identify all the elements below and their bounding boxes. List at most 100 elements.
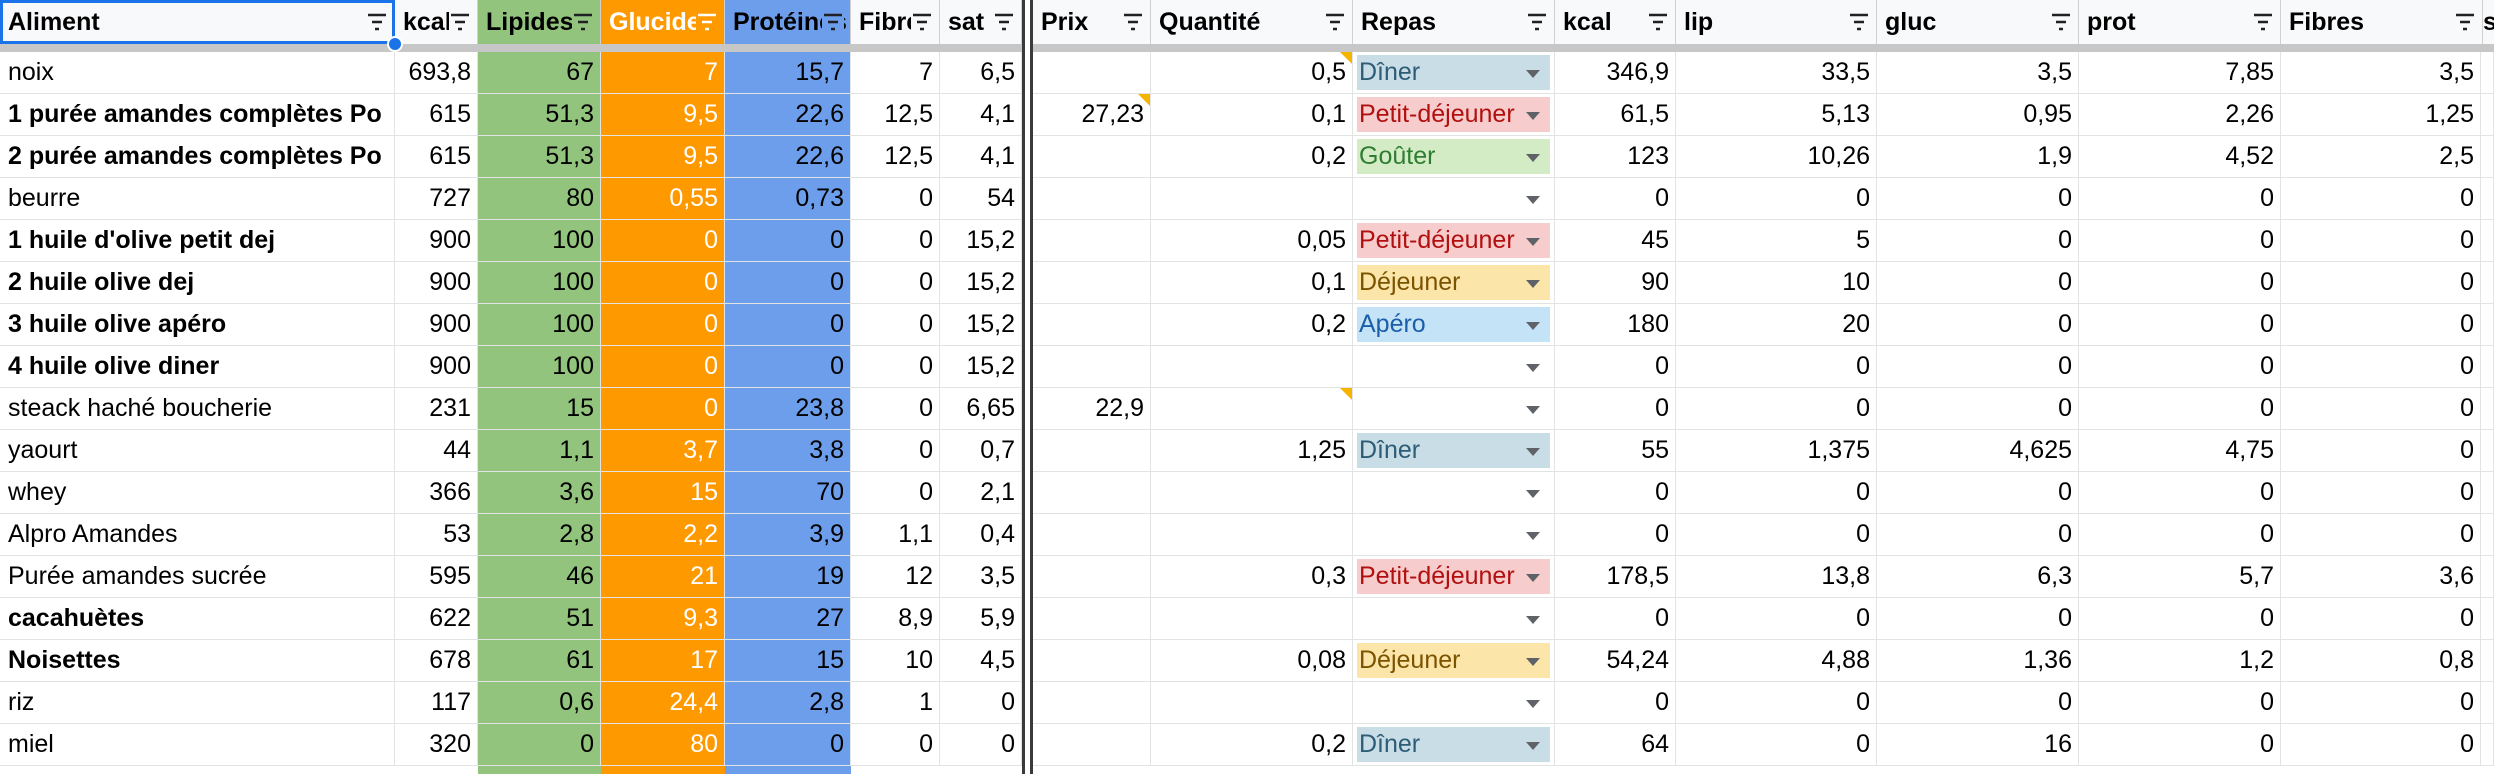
cell-glucides[interactable]: 0	[601, 388, 725, 430]
cell-proteines[interactable]: 22,6	[725, 136, 851, 178]
cell-glucides[interactable]: 0	[601, 304, 725, 346]
cell-total-kcal[interactable]: 123	[1555, 136, 1676, 178]
cell-prix[interactable]	[1033, 724, 1151, 766]
cell-prix[interactable]	[1033, 556, 1151, 598]
cell-total-fibres[interactable]: 0	[2281, 724, 2481, 766]
cell-kcal[interactable]: 900	[395, 346, 478, 388]
cell-glucides[interactable]: 0	[601, 262, 725, 304]
cell-lipides[interactable]: 0,6	[478, 682, 601, 724]
cell-total-lip[interactable]: 5,13	[1676, 94, 1877, 136]
cell-sat[interactable]: 3,5	[940, 556, 1022, 598]
cell-prix[interactable]	[1033, 262, 1151, 304]
cell-sat[interactable]: 4,1	[940, 94, 1022, 136]
cell-total-fibres[interactable]: 3,6	[2281, 556, 2481, 598]
repas-dropdown-chip[interactable]: Déjeuner	[1357, 265, 1550, 300]
cell-quantite[interactable]: 1,25	[1151, 430, 1353, 472]
cell-fibres[interactable]: 12,5	[851, 94, 940, 136]
dropdown-arrow-icon[interactable]	[1526, 574, 1540, 582]
cell-quantite[interactable]	[1151, 514, 1353, 556]
header-prix[interactable]: Prix	[1033, 0, 1151, 44]
repas-dropdown-chip[interactable]: Petit-déjeuner	[1357, 97, 1550, 132]
cell-fibres[interactable]: 12,5	[851, 136, 940, 178]
cell-quantite[interactable]: 0,05	[1151, 220, 1353, 262]
cell-total-lip[interactable]: 0	[1676, 724, 1877, 766]
cell-fibres[interactable]: 8,9	[851, 598, 940, 640]
cell-sat[interactable]: 0,4	[940, 514, 1022, 556]
filter-icon[interactable]	[1848, 12, 1870, 32]
cell-total-gluc[interactable]: 0	[1877, 304, 2079, 346]
cell-total-kcal[interactable]: 55	[1555, 430, 1676, 472]
cell-repas[interactable]	[1353, 682, 1555, 724]
cell-total-lip[interactable]: 10,26	[1676, 136, 1877, 178]
cell-proteines[interactable]: 15	[725, 640, 851, 682]
cell-quantite[interactable]	[1151, 388, 1353, 430]
cell-total-lip[interactable]: 0	[1676, 514, 1877, 556]
cell-total-lip[interactable]: 0	[1676, 346, 1877, 388]
cell-kcal[interactable]: 615	[395, 94, 478, 136]
cell-lipides[interactable]: 100	[478, 262, 601, 304]
repas-dropdown-chip[interactable]: Dîner	[1357, 55, 1550, 90]
header-lipides[interactable]: Lipides	[478, 0, 601, 44]
cell-lipides[interactable]: 15	[478, 388, 601, 430]
cell-aliment[interactable]: steack haché boucherie	[0, 388, 395, 430]
cell-total-sat[interactable]	[2481, 346, 2494, 388]
cell-total-gluc[interactable]: 1,9	[1877, 136, 2079, 178]
cell-total-kcal[interactable]: 0	[1555, 472, 1676, 514]
cell-total-fibres[interactable]: 0	[2281, 346, 2481, 388]
cell-total-fibres[interactable]: 3,5	[2281, 52, 2481, 94]
dropdown-arrow-icon[interactable]	[1526, 238, 1540, 246]
cell-total-kcal[interactable]: 0	[1555, 346, 1676, 388]
cell-repas[interactable]: Déjeuner	[1353, 640, 1555, 682]
cell-total-kcal[interactable]: 0	[1555, 514, 1676, 556]
cell-proteines[interactable]: 19	[725, 556, 851, 598]
cell-total-fibres[interactable]: 0	[2281, 514, 2481, 556]
cell-total-fibres[interactable]: 0	[2281, 682, 2481, 724]
cell-total-prot[interactable]: 0	[2079, 472, 2281, 514]
cell-prix[interactable]	[1033, 640, 1151, 682]
repas-dropdown-chip[interactable]	[1357, 517, 1550, 552]
cell-glucides[interactable]: 0,55	[601, 178, 725, 220]
cell-aliment[interactable]: 1 huile d'olive petit dej	[0, 220, 395, 262]
header-sat[interactable]: sat	[940, 0, 1022, 44]
cell-total-fibres[interactable]: 0	[2281, 430, 2481, 472]
dropdown-arrow-icon[interactable]	[1526, 448, 1540, 456]
filter-icon[interactable]	[572, 12, 594, 32]
cell-sat[interactable]: 15,2	[940, 346, 1022, 388]
cell-repas[interactable]	[1353, 346, 1555, 388]
repas-dropdown-chip[interactable]: Petit-déjeuner	[1357, 559, 1550, 594]
cell-aliment[interactable]: 4 huile olive diner	[0, 346, 395, 388]
cell-kcal[interactable]: 231	[395, 388, 478, 430]
filter-icon[interactable]	[1324, 12, 1346, 32]
repas-dropdown-chip[interactable]	[1357, 181, 1550, 216]
cell-aliment[interactable]: 2 purée amandes complètes Po	[0, 136, 395, 178]
cell-lipides[interactable]: 100	[478, 304, 601, 346]
cell-total-fibres[interactable]: 0	[2281, 472, 2481, 514]
cell-total-prot[interactable]: 0	[2079, 178, 2281, 220]
cell-total-prot[interactable]: 0	[2079, 514, 2281, 556]
header-repas[interactable]: Repas	[1353, 0, 1555, 44]
cell-lipides[interactable]: 1,1	[478, 430, 601, 472]
cell-lipides[interactable]: 46	[478, 556, 601, 598]
cell-prix[interactable]	[1033, 514, 1151, 556]
cell-prix[interactable]: 27,23	[1033, 94, 1151, 136]
cell-total-gluc[interactable]: 4,625	[1877, 430, 2079, 472]
cell-lipides[interactable]: 100	[478, 220, 601, 262]
cell-proteines[interactable]: 0	[725, 724, 851, 766]
cell-aliment[interactable]: noix	[0, 52, 395, 94]
cell-repas[interactable]: Petit-déjeuner	[1353, 220, 1555, 262]
cell-quantite[interactable]	[1151, 178, 1353, 220]
cell-sat[interactable]: 2,1	[940, 472, 1022, 514]
cell-repas[interactable]: Apéro	[1353, 304, 1555, 346]
cell-sat[interactable]: 0,7	[940, 430, 1022, 472]
cell-sat[interactable]: 6,65	[940, 388, 1022, 430]
header-fibres[interactable]: Fibres	[851, 0, 940, 44]
cell-total-gluc[interactable]: 0	[1877, 178, 2079, 220]
cell-repas[interactable]: Petit-déjeuner	[1353, 94, 1555, 136]
cell-total-fibres[interactable]: 0	[2281, 598, 2481, 640]
cell-total-gluc[interactable]: 1,36	[1877, 640, 2079, 682]
cell-proteines[interactable]: 0,73	[725, 178, 851, 220]
repas-dropdown-chip[interactable]: Apéro	[1357, 307, 1550, 342]
cell-total-sat[interactable]	[2481, 514, 2494, 556]
dropdown-arrow-icon[interactable]	[1526, 658, 1540, 666]
cell-prix[interactable]	[1033, 598, 1151, 640]
